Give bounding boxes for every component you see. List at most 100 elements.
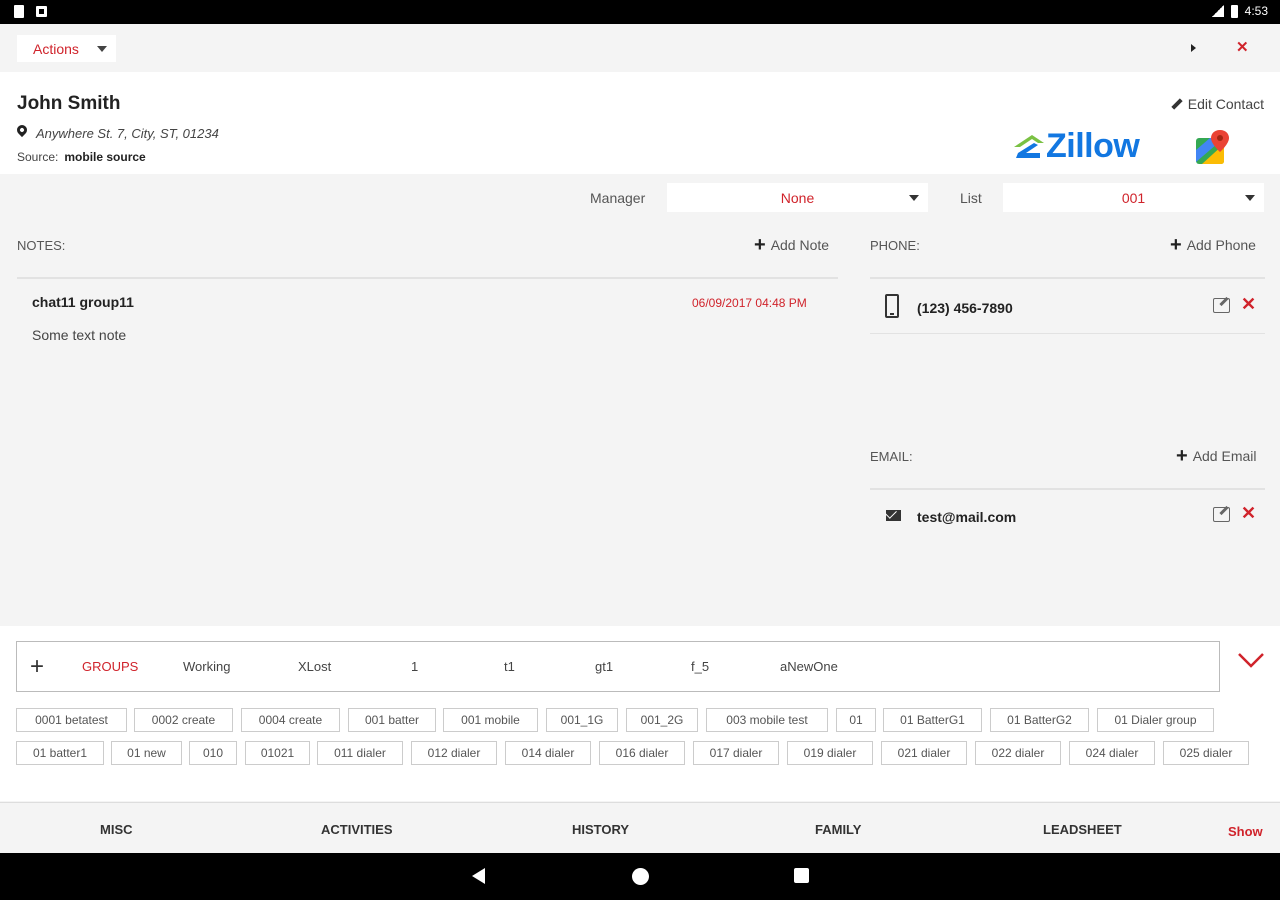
close-icon[interactable]: ✕ <box>1236 38 1249 56</box>
play-icon[interactable] <box>1191 44 1196 52</box>
tab-activities[interactable]: ACTIVITIES <box>321 822 393 837</box>
add-group-icon[interactable]: + <box>30 653 44 681</box>
list-label: List <box>960 190 982 206</box>
contact-header: John Smith Anywhere St. 7, City, ST, 012… <box>0 72 1280 174</box>
add-email-button[interactable]: + Add Email <box>1176 446 1257 466</box>
zillow-wordmark: Zillow <box>1046 126 1140 165</box>
group-tab-1[interactable]: 1 <box>411 659 418 674</box>
tab-history[interactable]: HISTORY <box>572 822 629 837</box>
zillow-logo[interactable]: Zillow <box>1012 126 1157 166</box>
plus-icon: + <box>1170 234 1182 256</box>
group-chip[interactable]: 016 dialer <box>599 741 685 765</box>
group-chip[interactable]: 001 batter <box>348 708 436 732</box>
contact-address: Anywhere St. 7, City, ST, 01234 <box>36 126 219 141</box>
notes-divider <box>17 277 838 279</box>
group-chip[interactable]: 01 Dialer group <box>1097 708 1214 732</box>
edit-contact-label: Edit Contact <box>1187 96 1264 112</box>
group-tab-t1[interactable]: t1 <box>504 659 515 674</box>
group-chip[interactable]: 019 dialer <box>787 741 873 765</box>
group-chip[interactable]: 021 dialer <box>881 741 967 765</box>
note-date: 06/09/2017 04:48 PM <box>692 296 807 310</box>
add-note-label: Add Note <box>770 237 830 253</box>
group-tab-working[interactable]: Working <box>183 659 230 674</box>
group-chip[interactable]: 014 dialer <box>505 741 591 765</box>
group-chip[interactable]: 01 new <box>111 741 182 765</box>
group-chip[interactable]: 011 dialer <box>317 741 403 765</box>
source-value: mobile source <box>64 150 146 164</box>
group-chip[interactable]: 012 dialer <box>411 741 497 765</box>
chevron-down-icon[interactable] <box>1238 652 1264 668</box>
manager-select[interactable]: None <box>667 183 928 212</box>
notes-title: NOTES: <box>17 238 66 253</box>
edit-phone-icon[interactable] <box>1213 298 1230 313</box>
list-select[interactable]: 001 <box>1003 183 1264 212</box>
google-maps-icon[interactable] <box>1194 128 1230 166</box>
group-chip[interactable]: 01021 <box>245 741 310 765</box>
group-chip[interactable]: 01 BatterG1 <box>883 708 982 732</box>
add-phone-button[interactable]: + Add Phone <box>1170 234 1256 256</box>
tab-family[interactable]: FAMILY <box>815 822 861 837</box>
edit-email-icon[interactable] <box>1213 507 1230 522</box>
notification-icon <box>36 6 47 17</box>
group-chip[interactable]: 01 batter1 <box>16 741 104 765</box>
list-value: 001 <box>1121 189 1146 206</box>
envelope-icon <box>886 510 901 521</box>
group-chip[interactable]: 0002 create <box>134 708 233 732</box>
group-chip[interactable]: 0004 create <box>241 708 340 732</box>
group-tab-f5[interactable]: f_5 <box>691 659 709 674</box>
manager-label: Manager <box>590 190 646 206</box>
recent-apps-icon[interactable] <box>794 868 809 883</box>
status-left-icons <box>14 5 47 18</box>
phone-divider <box>870 277 1265 279</box>
group-chip[interactable]: 01 BatterG2 <box>990 708 1089 732</box>
group-chip[interactable]: 010 <box>189 741 237 765</box>
group-chip[interactable]: 01 <box>836 708 876 732</box>
plus-icon: + <box>754 234 766 256</box>
tab-leadsheet[interactable]: LEADSHEET <box>1043 822 1122 837</box>
add-phone-label: Add Phone <box>1186 237 1256 253</box>
group-chip[interactable]: 001 mobile <box>443 708 538 732</box>
group-chip[interactable]: 001_1G <box>546 708 618 732</box>
back-icon[interactable] <box>472 868 485 884</box>
delete-phone-icon[interactable]: ✕ <box>1241 294 1256 315</box>
contact-name: John Smith <box>17 93 121 114</box>
phone-value[interactable]: (123) 456-7890 <box>917 300 1013 316</box>
mobile-phone-icon <box>885 294 899 318</box>
status-right-icons: 4:53 <box>1211 4 1268 18</box>
add-note-button[interactable]: + Add Note <box>754 234 830 256</box>
top-toolbar: Actions ✕ <box>0 24 1280 72</box>
navigation-bar <box>0 853 1280 900</box>
group-tab-groups[interactable]: GROUPS <box>82 659 138 674</box>
show-button[interactable]: Show <box>1228 824 1263 839</box>
group-chip[interactable]: 001_2G <box>626 708 698 732</box>
group-tab-xlost[interactable]: XLost <box>298 659 331 674</box>
phone-row-divider <box>870 333 1265 334</box>
tab-misc[interactable]: MISC <box>100 822 133 837</box>
email-value[interactable]: test@mail.com <box>917 509 1016 525</box>
groups-tab-bar: + GROUPS Working XLost 1 t1 gt1 f_5 aNew… <box>16 641 1220 692</box>
add-email-label: Add Email <box>1192 448 1257 464</box>
source-label: Source: <box>17 150 59 164</box>
status-bar: 4:53 <box>0 0 1280 24</box>
home-icon[interactable] <box>632 868 649 885</box>
signal-icon <box>1211 5 1224 17</box>
group-chip[interactable]: 0001 betatest <box>16 708 127 732</box>
groups-area: + GROUPS Working XLost 1 t1 gt1 f_5 aNew… <box>0 626 1280 801</box>
edit-contact-button[interactable]: Edit Contact <box>1169 96 1264 112</box>
actions-label: Actions <box>33 40 79 57</box>
email-title: EMAIL: <box>870 449 913 464</box>
group-chip[interactable]: 003 mobile test <box>706 708 828 732</box>
group-chip[interactable]: 022 dialer <box>975 741 1061 765</box>
actions-dropdown[interactable]: Actions <box>17 35 116 62</box>
sd-card-icon <box>14 5 24 18</box>
zillow-mark-icon <box>1014 135 1044 158</box>
group-tab-anewone[interactable]: aNewOne <box>780 659 838 674</box>
group-chip[interactable]: 017 dialer <box>693 741 779 765</box>
group-tab-gt1[interactable]: gt1 <box>595 659 613 674</box>
group-chip[interactable]: 024 dialer <box>1069 741 1155 765</box>
caret-down-icon <box>1245 195 1255 201</box>
status-time: 4:53 <box>1244 4 1268 18</box>
group-chip[interactable]: 025 dialer <box>1163 741 1249 765</box>
delete-email-icon[interactable]: ✕ <box>1241 503 1256 524</box>
caret-down-icon <box>909 195 919 201</box>
